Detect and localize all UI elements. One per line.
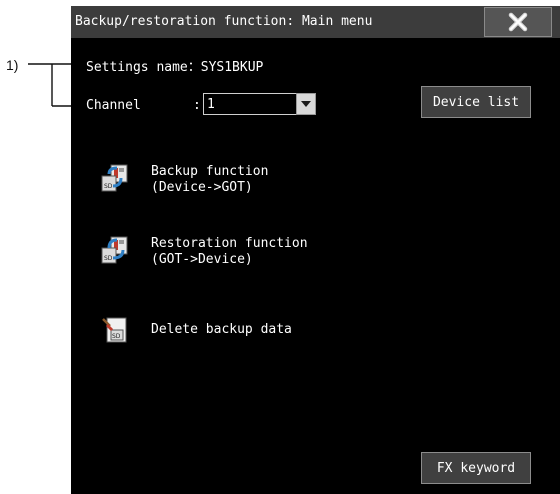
delete-data-icon: SD [102, 317, 127, 343]
backup-function-title: Backup function [151, 164, 269, 179]
svg-text:SD: SD [112, 333, 121, 340]
callout-label: 1) [6, 57, 19, 73]
svg-text:SD: SD [104, 255, 113, 262]
channel-dropdown-button[interactable] [296, 93, 316, 115]
window-title: Backup/restoration function: Main menu [75, 14, 373, 29]
backup-icon: SD [101, 164, 128, 192]
fx-keyword-button[interactable]: FX keyword [421, 452, 531, 484]
restoration-function-label: Restoration function (GOT->Device) [151, 236, 308, 268]
restoration-function-item[interactable]: SD Restoration function (GOT->Device) [101, 236, 401, 276]
delete-backup-data-item[interactable]: SD Delete backup data [101, 316, 401, 348]
delete-backup-data-label: Delete backup data [151, 322, 292, 337]
close-button[interactable] [484, 7, 552, 37]
backup-function-subtitle: (Device->GOT) [151, 180, 253, 195]
restoration-function-subtitle: (GOT->Device) [151, 252, 253, 267]
got-screen: Backup/restoration function: Main menu S… [71, 6, 560, 494]
backup-function-label: Backup function (Device->GOT) [151, 164, 268, 196]
close-icon [508, 12, 528, 32]
channel-label: Channel [86, 98, 141, 113]
device-list-button[interactable]: Device list [421, 86, 531, 118]
svg-text:SD: SD [104, 183, 113, 190]
channel-colon: : [193, 98, 201, 113]
restoration-function-title: Restoration function [151, 236, 308, 251]
title-bar: Backup/restoration function: Main menu [71, 6, 560, 38]
backup-function-item[interactable]: SD Backup function (Device->GOT) [101, 164, 401, 204]
restore-icon: SD [101, 236, 128, 264]
settings-name: Settings name：SYS1BKUP [86, 60, 264, 75]
channel-value: 1 [207, 97, 215, 112]
chevron-down-icon [301, 101, 311, 107]
channel-select[interactable]: 1 [203, 93, 316, 115]
